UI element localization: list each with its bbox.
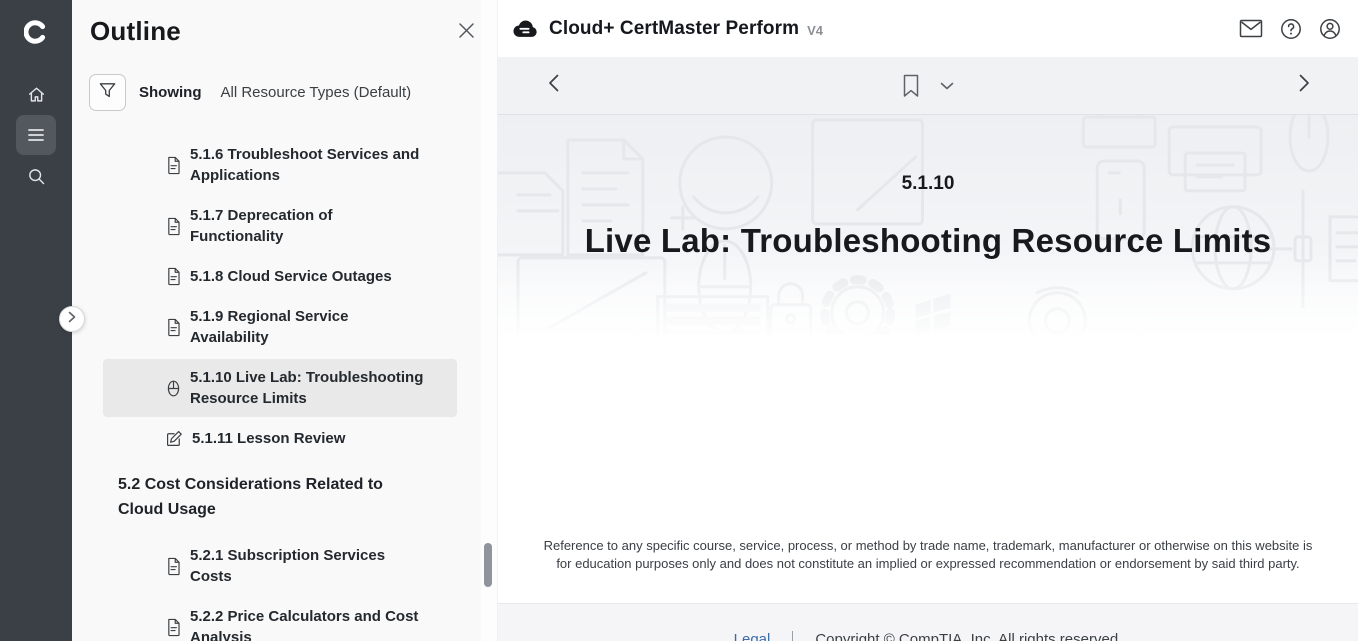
close-outline-button[interactable] <box>458 22 475 44</box>
chevron-down-icon[interactable] <box>940 82 954 90</box>
filter-showing-label: Showing <box>139 84 202 101</box>
header-action-icons <box>1239 18 1341 40</box>
app-header: Cloud+ CertMaster Perform V4 <box>498 0 1358 57</box>
help-icon[interactable] <box>1280 18 1302 40</box>
outline-list: 5.1.6 Troubleshoot Services and Applicat… <box>72 136 497 641</box>
document-icon <box>165 318 182 337</box>
main-area: Cloud+ CertMaster Perform V4 <box>497 0 1358 641</box>
outline-menu-button[interactable] <box>16 115 56 155</box>
outline-item[interactable]: 5.1.7 Deprecation of Functionality <box>103 197 457 255</box>
bookmark-icon[interactable] <box>902 74 920 98</box>
product-version: V4 <box>807 23 823 38</box>
page-footer: Legal Copyright © CompTIA, Inc. All righ… <box>498 603 1358 641</box>
document-icon <box>165 557 182 576</box>
chevron-right-icon <box>1299 74 1310 97</box>
lesson-navbar <box>498 57 1358 115</box>
filter-funnel-icon <box>98 81 117 105</box>
home-icon <box>27 85 46 104</box>
close-x-icon <box>458 26 475 43</box>
chevron-left-icon <box>548 74 559 97</box>
outline-item[interactable]: 5.1.9 Regional Service Availability <box>103 298 457 356</box>
previous-lesson-button[interactable] <box>542 68 565 103</box>
next-lesson-button[interactable] <box>1293 68 1316 103</box>
app-window: Outline Showing All Resource Types (Defa… <box>0 0 1358 641</box>
edit-icon <box>165 429 184 448</box>
outline-scrollbar-thumb[interactable] <box>484 543 492 587</box>
lesson-content: Reference to any specific course, servic… <box>498 335 1358 603</box>
outline-item[interactable]: 5.2.1 Subscription Services Costs <box>103 537 457 595</box>
account-icon[interactable] <box>1319 18 1341 40</box>
document-icon <box>165 267 182 286</box>
outline-item[interactable]: 5.1.8 Cloud Service Outages <box>103 258 457 295</box>
footer-row: Legal Copyright © CompTIA, Inc. All righ… <box>734 631 1123 641</box>
mail-icon[interactable] <box>1239 19 1263 38</box>
document-icon <box>165 618 182 637</box>
rail-nav <box>0 74 72 196</box>
lesson-number: 5.1.10 <box>498 173 1358 195</box>
search-button[interactable] <box>16 156 56 196</box>
outline-panel: Outline Showing All Resource Types (Defa… <box>72 0 497 641</box>
hero-text: 5.1.10 Live Lab: Troubleshooting Resourc… <box>498 115 1358 260</box>
chevron-right-icon <box>68 310 76 328</box>
lesson-hero-banner: 5.1.10 Live Lab: Troubleshooting Resourc… <box>498 115 1358 335</box>
outline-title: Outline <box>90 16 181 47</box>
footer-divider <box>792 631 793 641</box>
filter-value: All Resource Types (Default) <box>221 84 412 101</box>
outline-header: Outline <box>72 0 497 47</box>
outline-scrollbar-track[interactable] <box>481 0 497 641</box>
product-title: Cloud+ CertMaster Perform <box>549 18 799 40</box>
outline-item[interactable]: 5.1.11 Lesson Review <box>103 420 457 457</box>
outline-item[interactable]: 5.1.6 Troubleshoot Services and Applicat… <box>103 136 457 194</box>
search-icon <box>27 167 46 186</box>
comptia-c-logo <box>0 0 72 56</box>
legal-link[interactable]: Legal <box>734 631 771 641</box>
document-icon <box>165 156 182 175</box>
filter-row: Showing All Resource Types (Default) <box>89 74 497 111</box>
mouse-icon <box>165 379 182 398</box>
outline-section-header[interactable]: 5.2 Cost Considerations Related to Cloud… <box>103 461 457 533</box>
outline-item[interactable]: 5.1.10 Live Lab: Troubleshooting Resourc… <box>103 359 457 417</box>
lesson-title: Live Lab: Troubleshooting Resource Limit… <box>498 222 1358 260</box>
copyright-text: Copyright © CompTIA, Inc. All rights res… <box>815 631 1122 641</box>
outline-menu-icon <box>27 127 45 143</box>
home-button[interactable] <box>16 74 56 114</box>
bookmark-group <box>902 74 954 98</box>
disclaimer-text: Reference to any specific course, servic… <box>536 537 1321 573</box>
outline-item[interactable]: 5.2.2 Price Calculators and Cost Analysi… <box>103 598 457 641</box>
cloud-icon <box>512 19 539 38</box>
filter-button[interactable] <box>89 74 126 111</box>
panel-expand-button[interactable] <box>59 306 85 332</box>
document-icon <box>165 217 182 236</box>
